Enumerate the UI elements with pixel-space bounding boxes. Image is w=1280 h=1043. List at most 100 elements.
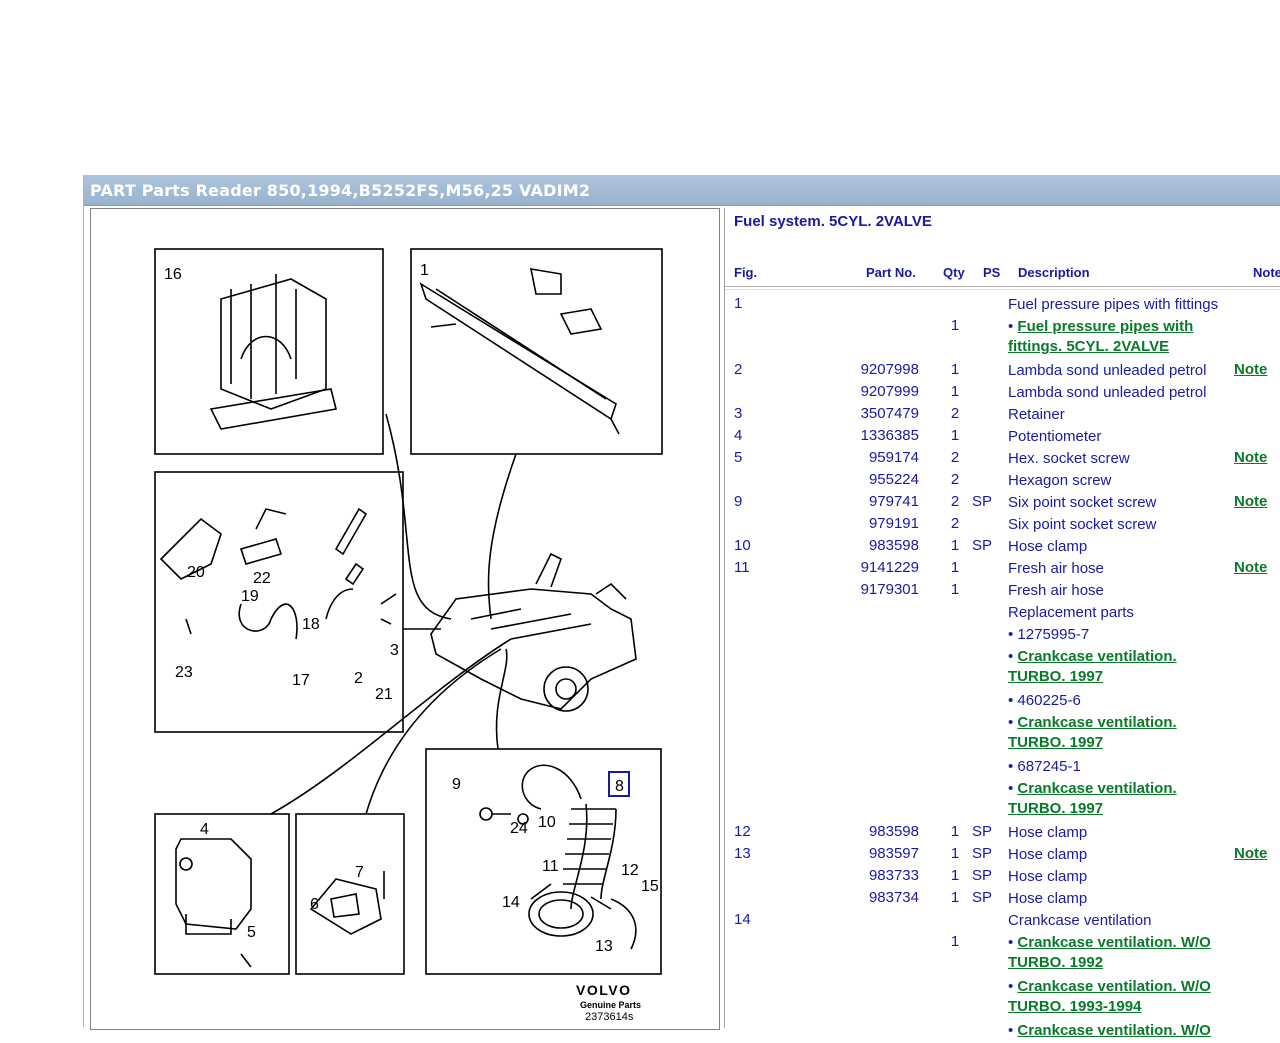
cell-description: • Crankcase ventilation. TURBO. 1997 — [1008, 779, 1238, 819]
bullet-marker: • — [1008, 978, 1018, 995]
cell-qty: 1 — [950, 933, 960, 950]
cell-description: Lambda sond unleaded petrol — [1008, 362, 1207, 379]
table-row[interactable]: • Crankcase ventilation. TURBO. 1997 — [725, 779, 1280, 823]
table-row[interactable]: 11 9141229 1 Fresh air hose Note — [725, 559, 1280, 581]
replacement-part-number: 687245-1 — [1017, 758, 1081, 775]
table-row[interactable]: • 460225-6 — [725, 691, 1280, 713]
related-assembly-link[interactable]: Crankcase ventilation. TURBO. 1997 — [1008, 780, 1177, 817]
cell-description: Hose clamp — [1008, 890, 1088, 907]
cell-qty: 1 — [950, 361, 960, 378]
bullet-marker: • — [1008, 626, 1018, 643]
callout-23: 23 — [175, 664, 193, 681]
column-header-ps[interactable]: PS — [983, 265, 1000, 280]
cell-part-no: 9207998 — [860, 361, 919, 378]
cell-ps: SP — [972, 823, 993, 840]
table-row[interactable]: 14 Crankcase ventilation — [725, 911, 1280, 933]
cell-description: • Crankcase ventilation. W/O TURBO. 1992 — [1008, 933, 1238, 973]
table-row[interactable]: 9207999 1 Lambda sond unleaded petrol — [725, 383, 1280, 405]
table-row[interactable]: • Crankcase ventilation. TURBO. 1997 — [725, 647, 1280, 691]
table-row[interactable]: • Crankcase ventilation. W/O TURBO. 1993… — [725, 977, 1280, 1021]
table-row[interactable]: 983733 1 SP Hose clamp — [725, 867, 1280, 889]
table-row[interactable]: • Crankcase ventilation. TURBO. 1997 — [725, 713, 1280, 757]
callout-21: 21 — [375, 686, 393, 703]
bullet-marker: • — [1008, 1022, 1018, 1039]
table-row[interactable]: 979191 2 Six point socket screw — [725, 515, 1280, 537]
table-row[interactable]: 1 • Crankcase ventilation. W/O TURBO. 199… — [725, 933, 1280, 977]
note-link[interactable]: Note — [1234, 493, 1267, 510]
table-row[interactable]: 1 Fuel pressure pipes with fittings — [725, 295, 1280, 317]
table-row[interactable]: 983734 1 SP Hose clamp — [725, 889, 1280, 911]
table-row[interactable]: 2 9207998 1 Lambda sond unleaded petrol Note — [725, 361, 1280, 383]
callout-4: 4 — [200, 821, 209, 838]
cell-part-no: 9207999 — [860, 383, 919, 400]
cell-ps: SP — [972, 493, 993, 510]
cell-part-no: 1336385 — [860, 427, 919, 444]
note-link[interactable]: Note — [1234, 361, 1267, 378]
bullet-marker: • — [1008, 692, 1018, 709]
column-header-note[interactable]: Note — [1253, 265, 1280, 280]
table-row[interactable]: 9 979741 2 SP Six point socket screw Note — [725, 493, 1280, 515]
section-title: Fuel system. 5CYL. 2VALVE — [734, 213, 932, 230]
column-header-fig[interactable]: Fig. — [734, 265, 757, 280]
table-row[interactable]: 4 1336385 1 Potentiometer — [725, 427, 1280, 449]
table-row[interactable]: 5 959174 2 Hex. socket screw Note — [725, 449, 1280, 471]
table-row[interactable]: 12 983598 1 SP Hose clamp — [725, 823, 1280, 845]
related-assembly-link[interactable]: Crankcase ventilation. W/O TURBO. 1992 — [1008, 934, 1211, 971]
cell-description: • Crankcase ventilation. W/O TURBO. 1993… — [1008, 977, 1238, 1017]
cell-qty: 1 — [950, 537, 960, 554]
cell-part-no: 3507479 — [860, 405, 919, 422]
table-row[interactable]: 955224 2 Hexagon screw — [725, 471, 1280, 493]
note-link[interactable]: Note — [1234, 845, 1267, 862]
related-assembly-link[interactable]: Crankcase ventilation. W/O TURBO. 1993-1… — [1008, 978, 1211, 1015]
cell-fig: 5 — [734, 449, 743, 466]
bullet-marker: • — [1008, 934, 1018, 951]
cell-part-no: 983598 — [868, 823, 919, 840]
column-header-qty[interactable]: Qty — [943, 265, 965, 280]
column-header-description[interactable]: Description — [1018, 265, 1090, 280]
cell-fig: 1 — [734, 295, 743, 312]
callout-24: 24 — [510, 820, 528, 837]
table-row[interactable]: 3 3507479 2 Retainer — [725, 405, 1280, 427]
related-assembly-link[interactable]: Fuel pressure pipes with fittings. 5CYL.… — [1008, 318, 1193, 355]
parts-list-pane: Fuel system. 5CYL. 2VALVE Fig. Part No. … — [724, 208, 1280, 1039]
cell-ps: SP — [972, 845, 993, 862]
cell-part-no: 9141229 — [860, 559, 919, 576]
detail-box-16 — [154, 248, 384, 455]
callout-13: 13 — [595, 938, 613, 955]
table-row[interactable]: • Crankcase ventilation. W/O — [725, 1021, 1280, 1043]
table-row[interactable]: 1 • Fuel pressure pipes with fittings. 5C… — [725, 317, 1280, 361]
cell-qty: 2 — [950, 405, 960, 422]
detail-box-4 — [154, 813, 290, 975]
table-row[interactable]: Replacement parts — [725, 603, 1280, 625]
cell-description: Six point socket screw — [1008, 516, 1157, 533]
table-row[interactable]: • 1275995-7 — [725, 625, 1280, 647]
cell-ps: SP — [972, 867, 993, 884]
cell-qty: 1 — [950, 383, 960, 400]
table-row[interactable]: 10 983598 1 SP Hose clamp — [725, 537, 1280, 559]
bullet-marker: • — [1008, 780, 1018, 797]
cell-qty: 2 — [950, 449, 960, 466]
note-link[interactable]: Note — [1234, 449, 1267, 466]
related-assembly-link[interactable]: Crankcase ventilation. W/O — [1017, 1022, 1210, 1039]
exploded-diagram[interactable]: 16 1 20 22 19 18 23 17 3 2 21 4 5 7 6 9 … — [90, 208, 720, 1030]
callout-17: 17 — [292, 672, 310, 689]
bullet-marker: • — [1008, 758, 1018, 775]
related-assembly-link[interactable]: Crankcase ventilation. TURBO. 1997 — [1008, 648, 1177, 685]
cell-qty: 1 — [950, 427, 960, 444]
cell-fig: 14 — [734, 911, 751, 928]
table-row[interactable]: • 687245-1 — [725, 757, 1280, 779]
related-assembly-link[interactable]: Crankcase ventilation. TURBO. 1997 — [1008, 714, 1177, 751]
cell-part-no: 979191 — [868, 515, 919, 532]
cell-description: • Crankcase ventilation. TURBO. 1997 — [1008, 647, 1238, 687]
detail-box-sensors — [154, 471, 404, 733]
callout-19: 19 — [241, 588, 259, 605]
note-link[interactable]: Note — [1234, 559, 1267, 576]
cell-part-no: 979741 — [868, 493, 919, 510]
cell-description: Fresh air hose — [1008, 560, 1104, 577]
table-row[interactable]: 13 983597 1 SP Hose clamp Note — [725, 845, 1280, 867]
title-bar[interactable]: PART Parts Reader 850,1994,B5252FS,M56,2… — [84, 175, 1280, 206]
cell-part-no: 983598 — [868, 537, 919, 554]
cell-part-no: 9179301 — [860, 581, 919, 598]
column-header-part-no[interactable]: Part No. — [866, 265, 916, 280]
table-row[interactable]: 9179301 1 Fresh air hose — [725, 581, 1280, 603]
